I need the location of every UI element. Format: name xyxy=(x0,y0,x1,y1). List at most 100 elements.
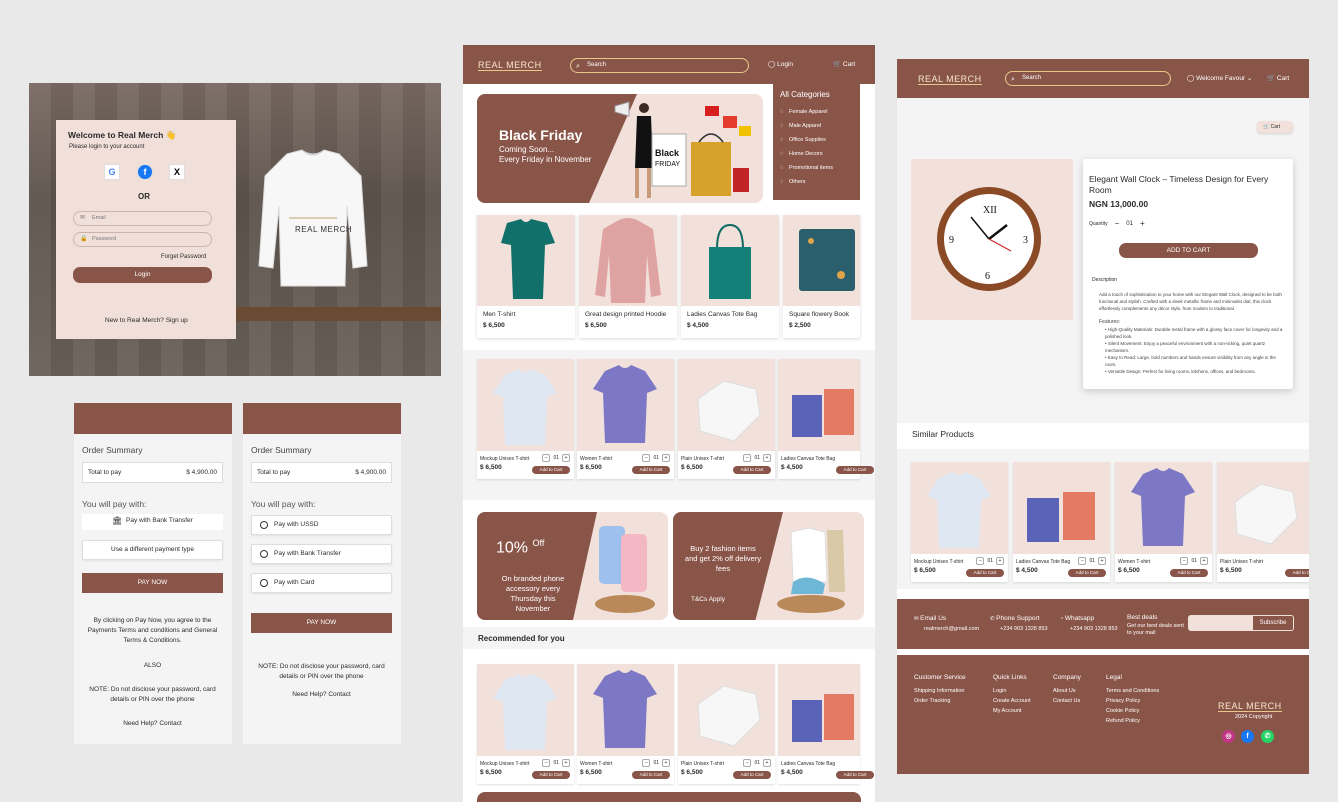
plus-icon[interactable]: + xyxy=(662,454,670,462)
add-to-cart-button[interactable]: Add to Cart xyxy=(1068,569,1106,577)
minus-icon[interactable]: − xyxy=(1078,557,1087,565)
bank-transfer-option[interactable]: Pay with Bank Transfer xyxy=(251,544,392,564)
footer-link[interactable]: Terms and Conditions xyxy=(1106,686,1159,696)
pay-now-button[interactable]: PAY NOW xyxy=(82,573,223,593)
add-to-cart-button[interactable]: Add to Cart xyxy=(836,771,874,779)
radio-icon[interactable] xyxy=(260,521,268,529)
footer-link[interactable]: Order Tracking xyxy=(914,696,966,706)
quantity-stepper[interactable]: −01 + xyxy=(642,454,670,462)
add-to-cart-button[interactable]: Add to Cart xyxy=(632,466,670,474)
login-link[interactable]: ◯ Login xyxy=(768,60,793,68)
whatsapp-icon[interactable]: ✆ xyxy=(1261,730,1274,743)
product-card[interactable]: Ladies Canvas Tote Bag $ 4,500 Add to Ca… xyxy=(778,664,874,784)
add-to-cart-button[interactable]: Add to Cart xyxy=(1285,569,1309,577)
plus-icon[interactable]: + xyxy=(562,454,570,462)
category-item[interactable]: Office Supplies xyxy=(780,133,853,147)
product-card[interactable]: Plain Unisex T-shirt $ 6,500 −01 + Add to… xyxy=(678,359,775,479)
add-to-cart-button[interactable]: Add to Cart xyxy=(632,771,670,779)
facebook-icon[interactable]: f xyxy=(137,164,153,180)
add-to-cart-button[interactable]: Add to Cart xyxy=(1170,569,1208,577)
plus-icon[interactable]: + xyxy=(562,759,570,767)
footer-link[interactable]: Refund Policy xyxy=(1106,716,1159,726)
product-card[interactable]: Ladies Canvas Tote Bag $ 4,500 −01 + Add … xyxy=(1013,462,1110,582)
instagram-icon[interactable]: ◎ xyxy=(1222,730,1235,743)
minus-icon[interactable]: − xyxy=(743,454,752,462)
category-item[interactable]: Female Apparel xyxy=(780,105,853,119)
plus-icon[interactable]: + xyxy=(1098,557,1106,565)
footer-link[interactable]: Contact Us xyxy=(1053,696,1081,706)
product-card[interactable]: Women T-shirt $ 6,500 −01 + Add to Cart xyxy=(577,359,674,479)
plus-icon[interactable]: + xyxy=(996,557,1004,565)
quantity-stepper[interactable]: −01 + xyxy=(542,454,570,462)
bank-transfer-option[interactable]: 🏛 Pay with Bank Transfer xyxy=(82,514,223,530)
quantity-stepper[interactable]: −01 + xyxy=(1180,557,1208,565)
product-card[interactable]: Ladies Canvas Tote Bag $ 4,500 xyxy=(681,215,779,338)
login-button[interactable]: Login xyxy=(73,267,212,283)
add-to-cart-button[interactable]: Add to Cart xyxy=(733,771,771,779)
category-item[interactable]: Male Apparel xyxy=(780,119,853,133)
contact-link[interactable]: Contact xyxy=(159,720,181,727)
product-card[interactable]: Square flowery Book $ 2,500 xyxy=(783,215,860,338)
add-to-cart-button[interactable]: Add to Cart xyxy=(966,569,1004,577)
product-card[interactable]: Mockup Unisex T-shirt $ 6,500 −01 + Add t… xyxy=(911,462,1008,582)
product-card[interactable]: Plain Unisex T-shirt $ 6,500 Add to Cart xyxy=(1217,462,1309,582)
footer-link[interactable]: Shipping Information xyxy=(914,686,966,696)
cart-link[interactable]: 🛒 Cart xyxy=(1267,74,1289,82)
product-card[interactable]: Great design printed Hoodie $ 6,500 xyxy=(579,215,677,338)
plus-icon[interactable]: + xyxy=(662,759,670,767)
email-field[interactable]: ✉ Email xyxy=(73,211,212,226)
search-input[interactable]: ⌕ Search xyxy=(1005,71,1171,86)
black-friday-banner[interactable]: Black Friday Coming Soon... Every Friday … xyxy=(477,94,763,203)
cart-link[interactable]: 🛒 Cart xyxy=(833,60,855,68)
plus-icon[interactable]: + xyxy=(763,454,771,462)
subscribe-button[interactable]: Subscribe xyxy=(1253,616,1293,630)
category-item[interactable]: Promotional items xyxy=(780,161,853,175)
quantity-stepper[interactable]: −01 + xyxy=(743,454,771,462)
logo[interactable]: REAL MERCH xyxy=(918,74,982,85)
plus-icon[interactable]: + xyxy=(1200,557,1208,565)
category-item[interactable]: Others xyxy=(780,175,853,189)
pay-now-button[interactable]: PAY NOW xyxy=(251,613,392,633)
signup-link[interactable]: Sign up xyxy=(166,317,188,324)
newsletter-input[interactable]: Subscribe xyxy=(1188,615,1294,631)
minus-icon[interactable]: − xyxy=(743,759,752,767)
quantity-stepper[interactable]: −01 + xyxy=(743,759,771,767)
password-field[interactable]: 🔒 Password xyxy=(73,232,212,247)
promo-phone-banner[interactable]: 10% Off On branded phone accessory every… xyxy=(477,512,668,620)
footer-link[interactable]: About Us xyxy=(1053,686,1081,696)
promo-fashion-banner[interactable]: Buy 2 fashion items and get 2% off deliv… xyxy=(673,512,864,620)
add-to-cart-button[interactable]: Add to Cart xyxy=(532,466,570,474)
quantity-stepper[interactable]: −01 + xyxy=(642,759,670,767)
minus-icon[interactable]: − xyxy=(542,759,551,767)
radio-icon[interactable] xyxy=(260,579,268,587)
minus-icon[interactable]: − xyxy=(542,454,551,462)
logo[interactable]: REAL MERCH xyxy=(478,60,542,71)
cart-chip[interactable]: 🛒 Cart xyxy=(1257,121,1293,133)
ussd-option[interactable]: Pay with USSD xyxy=(251,515,392,535)
x-icon[interactable]: X xyxy=(169,164,185,180)
card-option[interactable]: Pay with Card xyxy=(251,573,392,593)
product-card[interactable]: Ladies Canvas Tote Bag $ 4,500 Add to Ca… xyxy=(778,359,874,479)
add-to-cart-button[interactable]: ADD TO CART xyxy=(1119,243,1258,258)
product-card[interactable]: Men T-shirt $ 6,500 xyxy=(477,215,575,338)
product-card[interactable]: Plain Unisex T-shirt $ 6,500 −01 + Add to… xyxy=(678,664,775,784)
quantity-stepper[interactable]: −01 + xyxy=(1078,557,1106,565)
google-icon[interactable]: G xyxy=(104,164,120,180)
minus-icon[interactable]: − xyxy=(642,759,651,767)
footer-link[interactable]: Cookie Policy xyxy=(1106,706,1159,716)
footer-link[interactable]: Create Account xyxy=(993,696,1031,706)
product-card[interactable]: Women T-shirt $ 6,500 −01 + Add to Cart xyxy=(577,664,674,784)
footer-link[interactable]: My Account xyxy=(993,706,1031,716)
contact-link[interactable]: Contact xyxy=(328,691,350,698)
minus-icon[interactable]: − xyxy=(642,454,651,462)
add-to-cart-button[interactable]: Add to Cart xyxy=(733,466,771,474)
forget-password-link[interactable]: Forget Password xyxy=(161,254,206,260)
facebook-icon[interactable]: f xyxy=(1241,730,1254,743)
quantity-stepper[interactable]: −01 + xyxy=(976,557,1004,565)
plus-icon[interactable]: + xyxy=(763,759,771,767)
search-input[interactable]: ⌕ Search xyxy=(570,58,749,73)
minus-icon[interactable]: − xyxy=(976,557,985,565)
footer-link[interactable]: Login xyxy=(993,686,1031,696)
different-payment-button[interactable]: Use a different payment type xyxy=(82,540,223,560)
quantity-stepper[interactable]: −01 + xyxy=(542,759,570,767)
